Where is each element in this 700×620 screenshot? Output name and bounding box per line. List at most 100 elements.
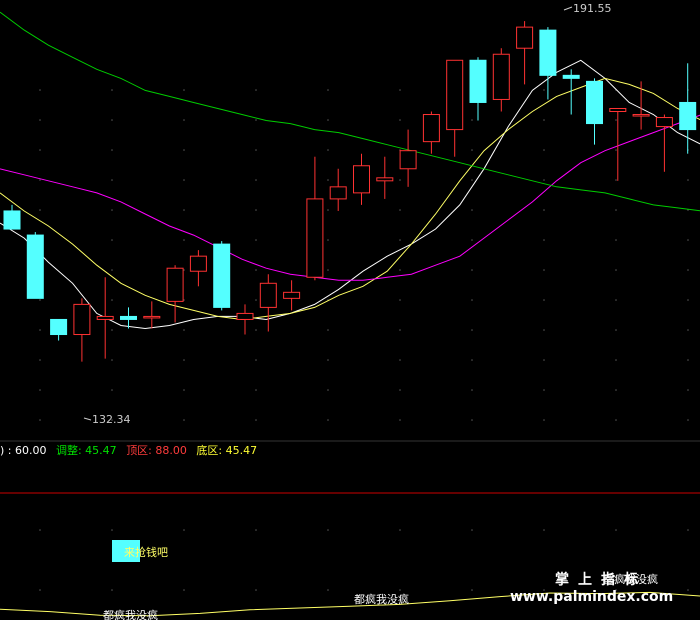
grid-dot — [327, 179, 329, 181]
grid-dot — [615, 359, 617, 361]
candle-body[interactable] — [679, 101, 697, 131]
grid-dot — [111, 209, 113, 211]
candle-body[interactable] — [189, 255, 207, 272]
candle-body[interactable] — [120, 315, 137, 320]
grid-dot — [615, 329, 617, 331]
grid-dot — [39, 149, 41, 151]
watermark-url: www.palmindex.com — [510, 589, 673, 605]
candle-body[interactable] — [50, 318, 68, 336]
candle-body[interactable] — [492, 53, 510, 100]
candle-body[interactable] — [539, 29, 557, 76]
grid-dot — [399, 299, 401, 301]
grid-dot — [183, 389, 185, 391]
candle-body[interactable] — [283, 291, 301, 299]
grid-dot — [615, 299, 617, 301]
candle-body[interactable] — [562, 74, 580, 79]
grid-dot — [399, 89, 401, 91]
grid-dot — [183, 209, 185, 211]
candle-body[interactable] — [399, 150, 417, 170]
grid-dot — [183, 89, 185, 91]
grid-dot — [183, 119, 185, 121]
grid-dot — [615, 209, 617, 211]
candle-body[interactable] — [3, 210, 21, 230]
grid-dot — [111, 589, 113, 591]
grid-dot — [111, 329, 113, 331]
grid-dot — [543, 329, 545, 331]
grid-dot — [687, 329, 689, 331]
indicator-legend: ) : 60.00 调整: 45.47 顶区: 88.00 底区: 45.47 — [0, 443, 257, 457]
candle-body[interactable] — [259, 282, 277, 308]
candle-body[interactable] — [376, 177, 394, 182]
legend-bottom-zone: 底区: 45.47 — [196, 443, 257, 457]
candle-body[interactable] — [143, 315, 161, 319]
candle-body[interactable] — [73, 303, 91, 336]
candle-body[interactable] — [213, 243, 231, 308]
overlay-text-2: 都疯我没疯 — [354, 592, 409, 606]
grid-dot — [111, 179, 113, 181]
candle-body[interactable] — [469, 59, 487, 103]
grid-dot — [615, 179, 617, 181]
grid-dot — [399, 529, 401, 531]
grid-dot — [543, 149, 545, 151]
grid-dot — [255, 119, 257, 121]
grid-dot — [39, 119, 41, 121]
candle-body[interactable] — [446, 59, 464, 131]
grid-dot — [615, 149, 617, 151]
candle-body[interactable] — [586, 80, 603, 125]
candle-body[interactable] — [26, 234, 44, 299]
candle-body[interactable] — [632, 114, 650, 117]
candle-body[interactable] — [329, 186, 347, 200]
grid-dot — [471, 149, 473, 151]
grid-dot — [399, 209, 401, 211]
grid-dot — [687, 269, 689, 271]
grid-dot — [471, 389, 473, 391]
grid-dot — [111, 529, 113, 531]
grid-dot — [543, 119, 545, 121]
grid-dot — [615, 119, 617, 121]
grid-dot — [39, 529, 41, 531]
grid-dot — [183, 529, 185, 531]
grid-dot — [327, 329, 329, 331]
candle-body[interactable] — [422, 114, 440, 143]
grid-dot — [255, 209, 257, 211]
chart-canvas: 191.55 132.34 ) : 60.00 调整: 45.47 顶区: 88… — [0, 2, 700, 620]
grid-dot — [255, 179, 257, 181]
grid-dot — [471, 419, 473, 421]
grid-dot — [111, 389, 113, 391]
grid-dot — [183, 589, 185, 591]
grid-dot — [471, 179, 473, 181]
candle-body[interactable] — [609, 107, 627, 113]
grid-dot — [399, 419, 401, 421]
grid-dot — [687, 179, 689, 181]
grid-dot — [543, 269, 545, 271]
grid-dot — [39, 589, 41, 591]
grid-dot — [687, 389, 689, 391]
candle-body[interactable] — [96, 315, 114, 320]
grid-dot — [399, 239, 401, 241]
grid-dot — [327, 119, 329, 121]
grid-dot — [687, 589, 689, 591]
grid-dot — [327, 419, 329, 421]
high-price-arrow — [563, 6, 573, 11]
candle-body[interactable] — [353, 165, 370, 194]
grid-dot — [543, 359, 545, 361]
grid-dot — [39, 389, 41, 391]
grid-dot — [327, 589, 329, 591]
overlay-text-1: 都疯我没疯 — [103, 608, 158, 620]
candle-body[interactable] — [516, 26, 534, 49]
grid-dot — [255, 529, 257, 531]
grid-dot — [39, 209, 41, 211]
grid-dots — [39, 89, 689, 591]
grid-dot — [327, 89, 329, 91]
legend-value: ) : 60.00 — [0, 444, 46, 457]
legend-adjust: 调整: 45.47 — [56, 443, 117, 457]
grid-dot — [399, 179, 401, 181]
candle-body[interactable] — [655, 117, 673, 128]
grid-dot — [399, 389, 401, 391]
watermark-char-3: 指 — [601, 571, 615, 588]
candle-body[interactable] — [306, 198, 324, 278]
candle-body[interactable] — [236, 312, 254, 320]
grid-dot — [327, 529, 329, 531]
candle-body[interactable] — [166, 267, 184, 302]
grid-dot — [39, 359, 41, 361]
